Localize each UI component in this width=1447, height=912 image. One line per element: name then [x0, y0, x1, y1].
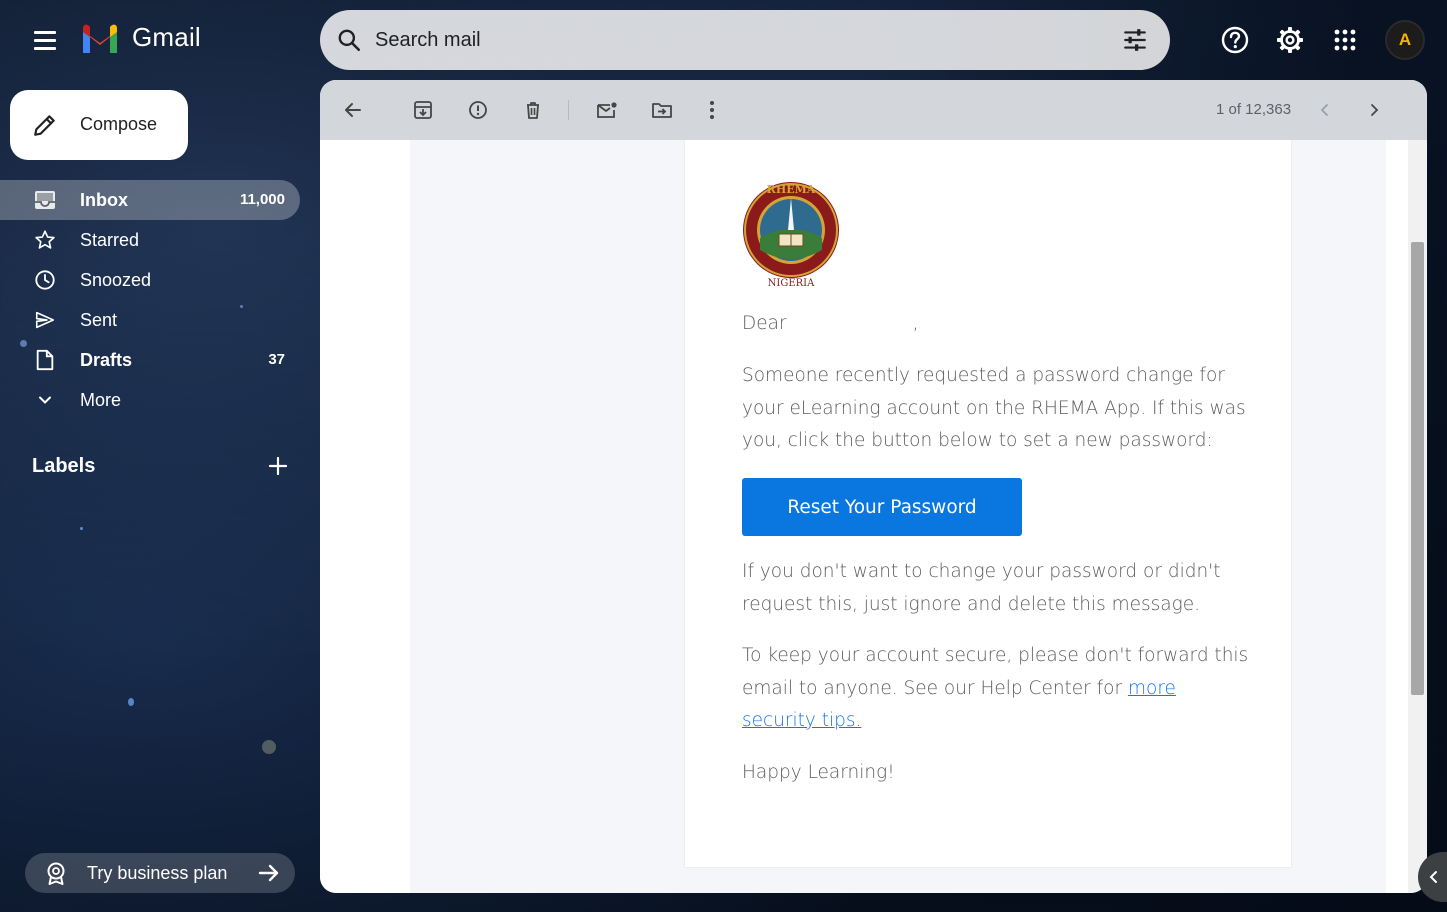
email-background: RHEMA NIGERIA Dear, Someone recently req…: [410, 140, 1386, 893]
sidebar-item-starred[interactable]: Starred: [0, 220, 300, 260]
logo-country-text: NIGERIA: [768, 278, 815, 289]
more-vertical-icon: [710, 101, 714, 119]
older-message-button[interactable]: [1359, 95, 1389, 125]
search-bar[interactable]: [320, 10, 1170, 70]
newer-message-button[interactable]: [1310, 95, 1340, 125]
email-paragraph-intro: Someone recently requested a password ch…: [742, 365, 1246, 451]
apps-grid-icon: [1334, 29, 1356, 51]
greeting-comma: ,: [912, 313, 919, 334]
apps-button[interactable]: [1327, 22, 1363, 58]
gmail-logo[interactable]: Gmail: [80, 22, 201, 53]
clock-icon: [34, 269, 56, 291]
background-sparkle: [80, 527, 83, 530]
try-business-plan-button[interactable]: Try business plan: [25, 853, 295, 893]
trash-icon: [527, 102, 539, 119]
message-content: RHEMA NIGERIA Dear, Someone recently req…: [320, 140, 1408, 893]
inbox-icon: [34, 189, 56, 211]
chevron-left-icon: [1320, 104, 1328, 116]
back-button[interactable]: [338, 95, 368, 125]
badge-icon: [47, 862, 65, 885]
greeting-word: Dear: [742, 313, 787, 334]
top-bar: Gmail Search mail A: [0, 0, 1447, 80]
archive-button[interactable]: [408, 95, 438, 125]
search-options-icon[interactable]: [1122, 27, 1148, 53]
sidebar-item-label: More: [80, 390, 122, 410]
folder-move-icon: [652, 103, 672, 118]
sidebar-item-sent[interactable]: Sent: [0, 300, 300, 340]
message-pager: 1 of 12,363: [1216, 101, 1292, 118]
sidebar-item-drafts[interactable]: Drafts 37: [0, 340, 300, 380]
arrow-right-icon: [258, 864, 279, 882]
draft-file-icon: [34, 349, 56, 371]
gear-icon: [1277, 27, 1303, 53]
sidebar-item-label: Starred: [80, 230, 140, 250]
sidebar-item-more[interactable]: More: [0, 380, 300, 420]
sidebar-item-label: Drafts: [80, 350, 133, 370]
gmail-m-icon: [83, 24, 117, 53]
toolbar-divider: [568, 100, 569, 120]
reset-password-button[interactable]: Reset Your Password: [742, 478, 1022, 536]
sidebar-item-snoozed[interactable]: Snoozed: [0, 260, 300, 300]
email-paragraph-security: To keep your account secure, please don'…: [742, 640, 1252, 738]
help-button[interactable]: [1217, 22, 1253, 58]
archive-icon: [414, 101, 432, 119]
main-menu-button[interactable]: [27, 24, 63, 56]
plus-icon: [268, 456, 288, 476]
report-spam-icon: [469, 101, 487, 119]
chevron-right-icon: [1371, 104, 1379, 116]
background-sparkle: [128, 698, 134, 706]
create-label-button[interactable]: [264, 452, 292, 480]
mark-unread-icon: [597, 102, 617, 118]
scrollbar-thumb[interactable]: [1411, 242, 1424, 695]
unread-count: 11,000: [239, 191, 285, 208]
report-spam-button[interactable]: [463, 95, 493, 125]
sidebar-item-label: Snoozed: [80, 270, 152, 290]
labels-heading: Labels: [32, 455, 96, 477]
svg-text:RHEMA: RHEMA: [767, 183, 816, 196]
compose-label: Compose: [80, 114, 158, 134]
delete-button[interactable]: [518, 95, 548, 125]
email-paragraph-ignore: If you don't want to change your passwor…: [742, 561, 1221, 615]
rhema-seal-logo: RHEMA NIGERIA: [743, 182, 839, 289]
business-plan-label: Try business plan: [87, 863, 228, 883]
send-icon: [34, 309, 56, 331]
more-options-button[interactable]: [697, 95, 727, 125]
email-signoff: Happy Learning!: [742, 762, 895, 783]
star-icon: [34, 229, 56, 251]
chevron-left-icon: [1429, 871, 1437, 883]
mark-unread-button[interactable]: [592, 95, 622, 125]
background-sparkle: [262, 740, 276, 754]
draft-count: 37: [268, 351, 285, 368]
message-toolbar: 1 of 12,363: [320, 80, 1427, 140]
settings-button[interactable]: [1272, 22, 1308, 58]
search-input[interactable]: [375, 26, 1075, 54]
pencil-icon: [34, 115, 55, 136]
greeting: Dear,: [742, 308, 1252, 341]
message-panel: 1 of 12,363 RHEMA NIGERIA Dear , Someone…: [320, 80, 1427, 893]
sidebar-nav: Inbox 11,000 Starred Snoozed Sent Drafts…: [0, 180, 300, 420]
email-body: RHEMA NIGERIA Dear, Someone recently req…: [684, 140, 1292, 868]
arrow-left-icon: [345, 103, 361, 117]
sidebar-item-inbox[interactable]: Inbox 11,000: [0, 180, 300, 220]
account-avatar[interactable]: A: [1385, 20, 1425, 60]
app-name: Gmail: [132, 22, 201, 52]
compose-button[interactable]: Compose: [10, 90, 188, 160]
move-to-button[interactable]: [647, 95, 677, 125]
help-icon: [1221, 26, 1249, 54]
sidebar-item-label: Sent: [80, 310, 118, 330]
scrollbar[interactable]: [1408, 140, 1427, 893]
chevron-down-icon: [34, 389, 56, 411]
sidebar-item-label: Inbox: [80, 190, 128, 210]
search-icon[interactable]: [336, 27, 362, 53]
